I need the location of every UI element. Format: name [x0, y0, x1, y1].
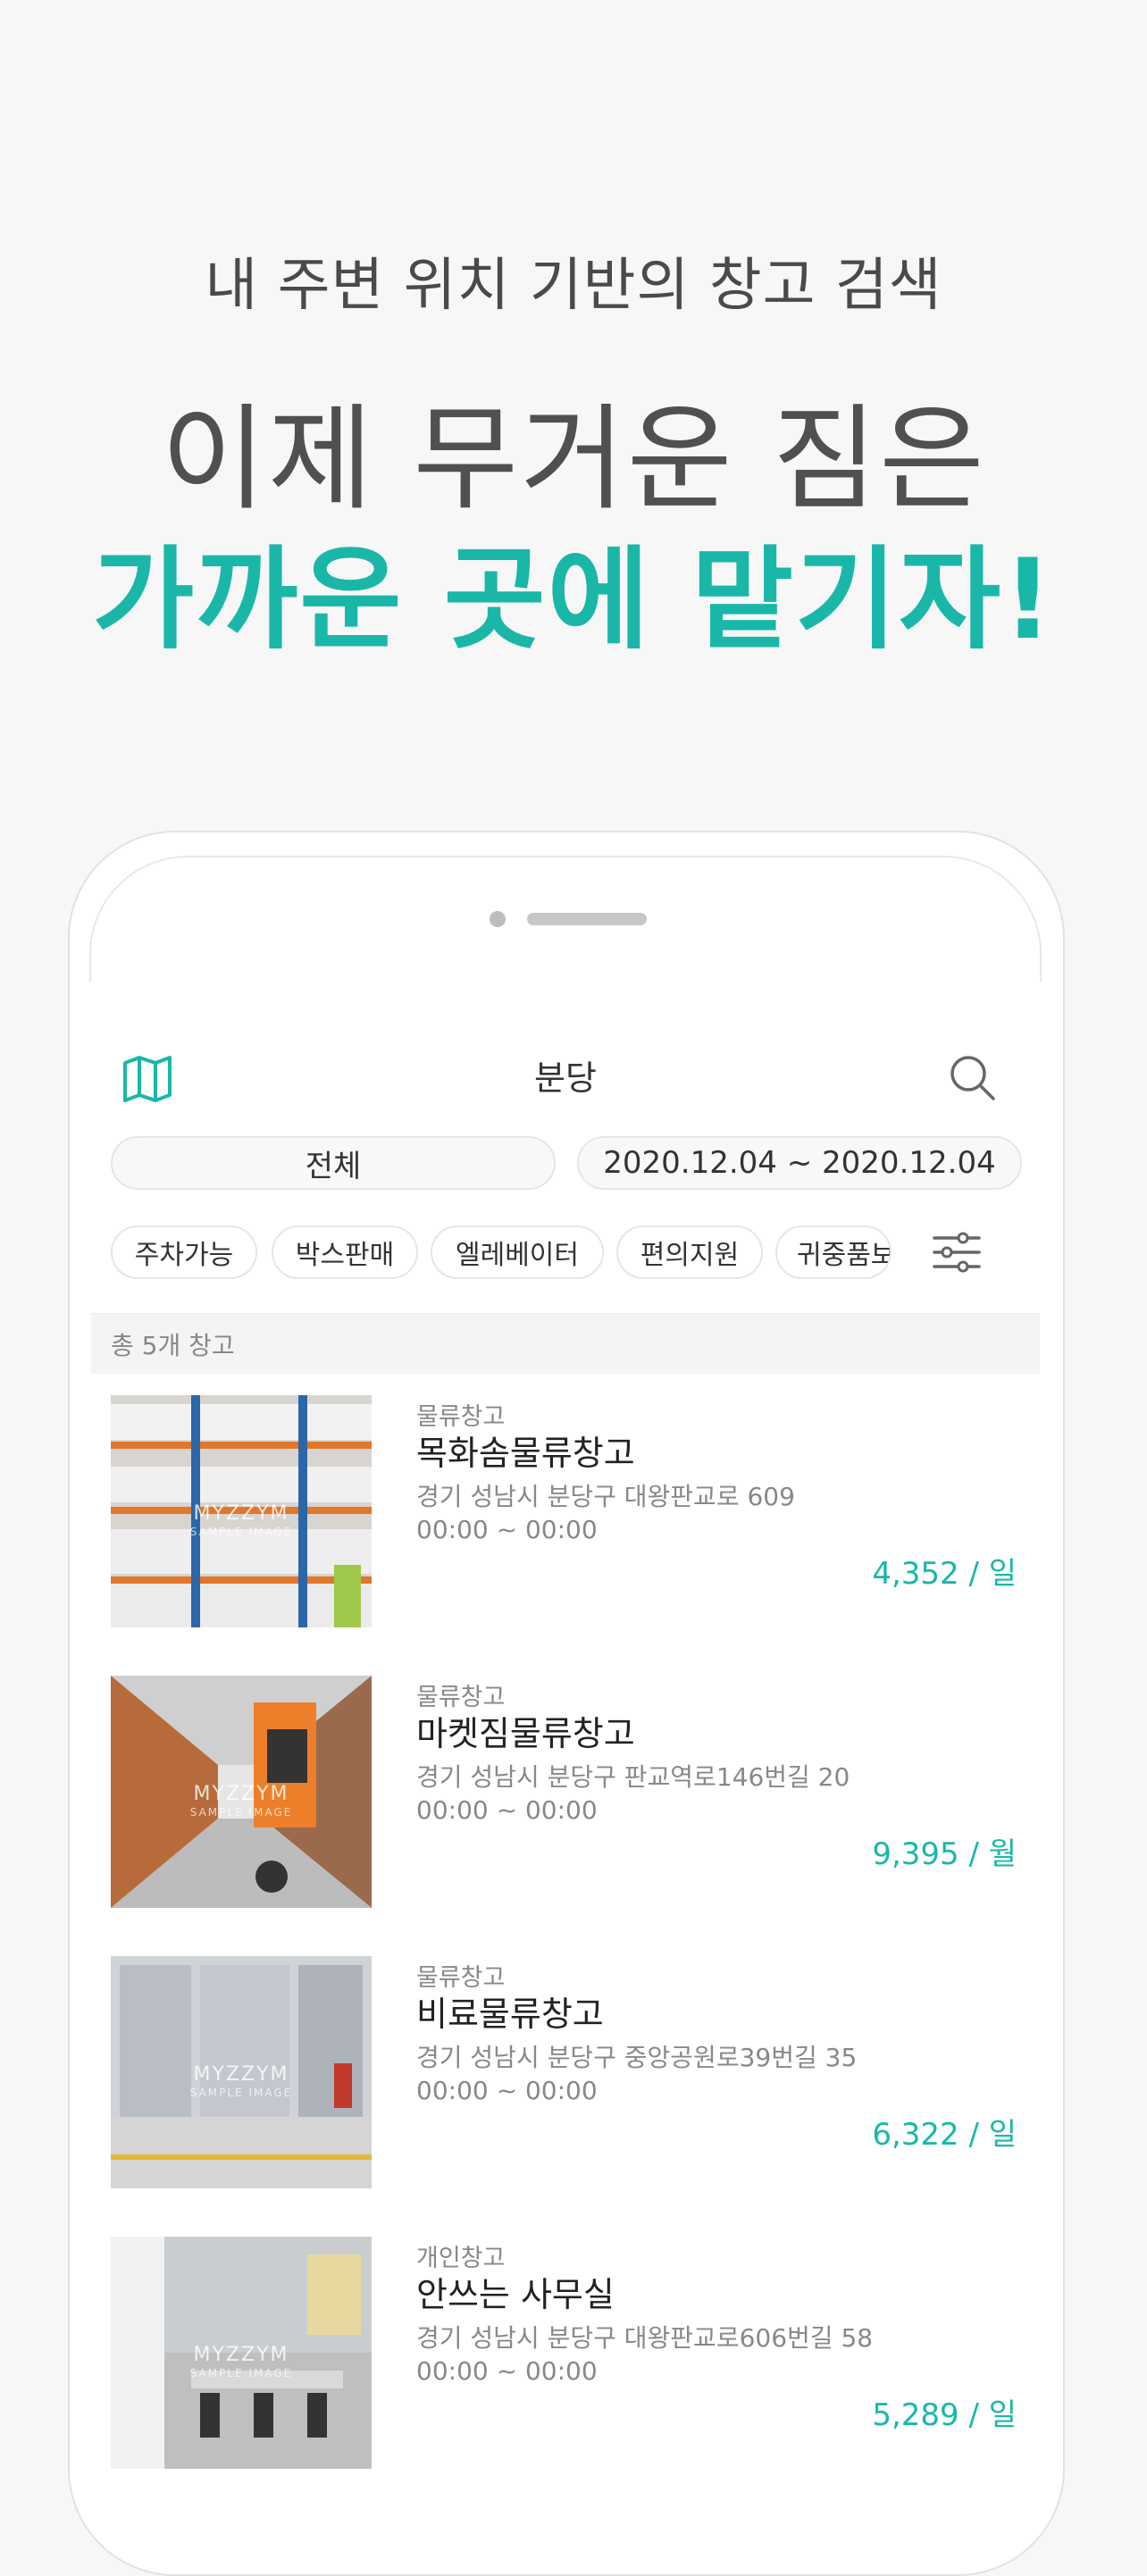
promo-subtitle: 내 주변 위치 기반의 창고 검색	[205, 253, 942, 319]
listing-hours: 00:00 ~ 00:00	[416, 2356, 598, 2386]
chip-box-sale[interactable]: 박스판매	[272, 1225, 418, 1279]
result-count: 총 5개 창고	[111, 1331, 235, 1360]
watermark: MYZZYM	[193, 2063, 289, 2086]
listing-item[interactable]: MYZZYM SAMPLE IMAGE 물류창고 목화솜물류창고 경기 성남시 …	[91, 1374, 1040, 1656]
listing-price: 6,322 / 일	[872, 2117, 1017, 2153]
chip-parking[interactable]: 주차가능	[111, 1225, 257, 1279]
filter-all-button[interactable]: 전체	[111, 1136, 556, 1190]
speaker-grille	[527, 913, 647, 925]
listing-price: 4,352 / 일	[872, 1556, 1017, 1592]
listing-item[interactable]: MYZZYM SAMPLE IMAGE 개인창고 안쓰는 사무실 경기 성남시 …	[91, 2215, 1040, 2481]
chip-elevator[interactable]: 엘레베이터	[431, 1225, 604, 1279]
chip-valuables[interactable]: 귀중품보	[775, 1225, 892, 1279]
warehouse-photo: MYZZYM SAMPLE IMAGE	[111, 2237, 372, 2469]
listing-item[interactable]: MYZZYM SAMPLE IMAGE 물류창고 마켓짐물류창고 경기 성남시 …	[91, 1654, 1040, 1936]
listing-hours: 00:00 ~ 00:00	[416, 1515, 598, 1544]
promo-headline: 이제 무거운 짐은	[161, 393, 986, 526]
watermark: MYZZYM	[193, 2344, 289, 2366]
listing-price: 5,289 / 일	[872, 2397, 1017, 2433]
warehouse-photo: MYZZYM SAMPLE IMAGE	[111, 1956, 372, 2188]
listing-name: 비료물류창고	[416, 1995, 604, 2034]
listing-hours: 00:00 ~ 00:00	[416, 1795, 598, 1825]
watermark-sub: SAMPLE IMAGE	[189, 2367, 293, 2379]
chip-convenience[interactable]: 편의지원	[616, 1225, 763, 1279]
promo-highlight: 가까운 곳에 맡기자!	[92, 536, 1055, 665]
listing-item[interactable]: MYZZYM SAMPLE IMAGE 물류창고 비료물류창고 경기 성남시 분…	[91, 1935, 1040, 2217]
listing-hours: 00:00 ~ 00:00	[416, 2076, 598, 2105]
watermark-sub: SAMPLE IMAGE	[189, 2087, 293, 2099]
listing-address: 경기 성남시 분당구 판교역로146번길 20	[416, 1762, 850, 1792]
warehouse-photo: MYZZYM SAMPLE IMAGE	[111, 1395, 372, 1627]
warehouse-photo: MYZZYM SAMPLE IMAGE	[111, 1676, 372, 1908]
camera-dot	[490, 911, 506, 927]
listing-address: 경기 성남시 분당구 대왕판교로606번길 58	[416, 2323, 874, 2353]
watermark-sub: SAMPLE IMAGE	[189, 1526, 293, 1538]
listing-price: 9,395 / 월	[872, 1836, 1017, 1872]
watermark: MYZZYM	[193, 1502, 289, 1525]
listing-name: 안쓰는 사무실	[416, 2275, 615, 2314]
listing-name: 마켓짐물류창고	[416, 1714, 635, 1753]
app-screen: 분당 전체 2020.12.04 ~ 2020.12.04 주차가능 박스판매 …	[91, 984, 1040, 2481]
watermark-sub: SAMPLE IMAGE	[189, 1806, 293, 1819]
sliders-icon[interactable]	[931, 1229, 983, 1275]
listing-address: 경기 성남시 분당구 대왕판교로 609	[416, 1482, 795, 1511]
watermark: MYZZYM	[193, 1783, 289, 1805]
location-title[interactable]: 분당	[91, 1050, 1040, 1100]
listing-name: 목화솜물류창고	[416, 1434, 635, 1473]
search-icon[interactable]	[947, 1052, 999, 1104]
result-count-bar: 총 5개 창고	[91, 1313, 1040, 1375]
top-bar: 분당	[91, 984, 1040, 1102]
date-range-picker[interactable]: 2020.12.04 ~ 2020.12.04	[577, 1136, 1022, 1190]
listing-address: 경기 성남시 분당구 중앙공원로39번길 35	[416, 2043, 858, 2072]
